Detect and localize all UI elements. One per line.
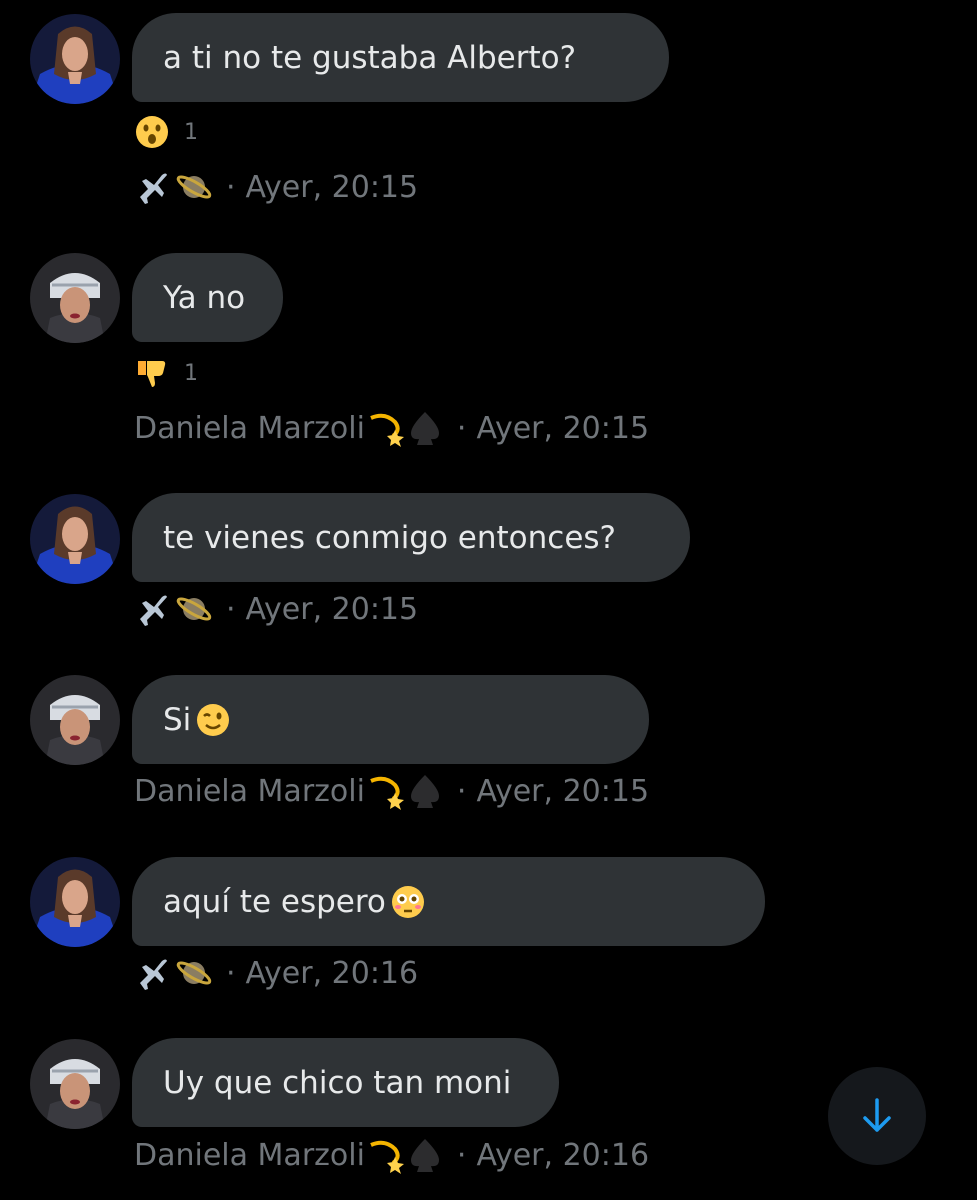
airplane-icon (134, 953, 174, 993)
avatar-sender-a[interactable] (30, 494, 120, 584)
ringed-planet-icon (174, 589, 214, 629)
winking-face-icon (195, 702, 231, 738)
sender-name: Daniela Marzoli (134, 410, 365, 446)
airplane-icon (134, 589, 174, 629)
message-meta: Daniela Marzoli · Ayer, 20:15 (134, 769, 649, 813)
message-text: a ti no te gustaba Alberto? (163, 39, 577, 76)
message-meta: · Ayer, 20:15 (134, 165, 418, 209)
message-meta: · Ayer, 20:15 (134, 587, 418, 631)
message-reaction[interactable]: 1 (134, 355, 198, 391)
message-text: Ya no (163, 279, 246, 316)
message-reaction[interactable]: 1 (134, 114, 198, 150)
message-text: te vienes conmigo entonces? (163, 519, 617, 556)
message-time: Ayer, 20:15 (476, 773, 650, 809)
meta-separator: · (226, 169, 236, 205)
dm-conversation: a ti no te gustaba Alberto? 1 · Ayer, 20… (0, 0, 977, 1200)
message-bubble[interactable]: a ti no te gustaba Alberto? (132, 13, 669, 102)
message-time: Ayer, 20:16 (476, 1137, 650, 1173)
meta-separator: · (226, 591, 236, 627)
ringed-planet-icon (174, 167, 214, 207)
dizzy-icon (365, 1135, 405, 1175)
avatar-sender-a[interactable] (30, 14, 120, 104)
message-meta: · Ayer, 20:16 (134, 951, 418, 995)
thumbs-down-icon (134, 355, 170, 391)
arrow-down-icon (863, 1098, 891, 1132)
sender-name: Daniela Marzoli (134, 1137, 365, 1173)
message-bubble[interactable]: Uy que chico tan moni (132, 1038, 559, 1127)
astonished-face-icon (134, 114, 170, 150)
spade-suit-icon (405, 1135, 445, 1175)
avatar-sender-a[interactable] (30, 857, 120, 947)
spade-suit-icon (405, 771, 445, 811)
message-text: aquí te espero (163, 883, 386, 920)
scroll-to-bottom-button[interactable] (828, 1067, 926, 1165)
dizzy-icon (365, 771, 405, 811)
ringed-planet-icon (174, 953, 214, 993)
message-time: Ayer, 20:15 (245, 591, 419, 627)
dizzy-icon (365, 408, 405, 448)
spade-suit-icon (405, 408, 445, 448)
avatar-sender-b[interactable] (30, 1039, 120, 1129)
meta-separator: · (456, 773, 467, 809)
airplane-icon (134, 167, 174, 207)
flushed-face-icon (390, 884, 426, 920)
meta-separator: · (456, 410, 467, 446)
message-meta: Daniela Marzoli · Ayer, 20:15 (134, 406, 649, 450)
message-text: Si (163, 701, 192, 738)
message-time: Ayer, 20:15 (476, 410, 650, 446)
message-time: Ayer, 20:16 (245, 955, 419, 991)
message-time: Ayer, 20:15 (245, 169, 419, 205)
message-bubble[interactable]: aquí te espero (132, 857, 765, 946)
reaction-count: 1 (184, 119, 198, 145)
message-meta: Daniela Marzoli · Ayer, 20:16 (134, 1133, 649, 1177)
message-text: Uy que chico tan moni (163, 1064, 512, 1101)
reaction-count: 1 (184, 360, 198, 386)
meta-separator: · (456, 1137, 467, 1173)
meta-separator: · (226, 955, 236, 991)
sender-name: Daniela Marzoli (134, 773, 365, 809)
avatar-sender-b[interactable] (30, 675, 120, 765)
message-bubble[interactable]: Si (132, 675, 649, 764)
avatar-sender-b[interactable] (30, 253, 120, 343)
message-bubble[interactable]: Ya no (132, 253, 283, 342)
message-bubble[interactable]: te vienes conmigo entonces? (132, 493, 690, 582)
